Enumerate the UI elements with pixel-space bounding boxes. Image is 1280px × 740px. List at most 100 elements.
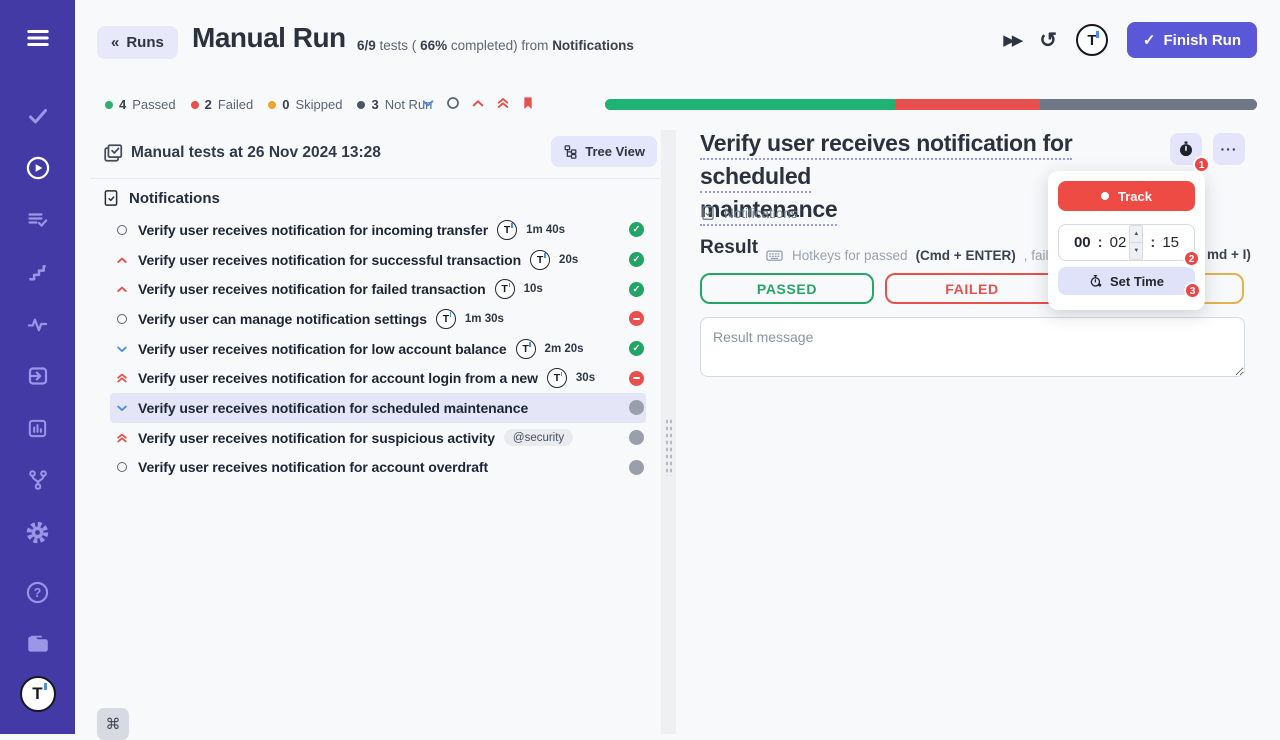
minutes-value[interactable]: 02: [1110, 234, 1127, 251]
set-time-button[interactable]: Set Time 3: [1058, 267, 1201, 299]
status-notrun-icon: [629, 430, 644, 446]
finish-run-button[interactable]: ✓ Finish Run: [1126, 22, 1257, 58]
timer-button[interactable]: 1: [1170, 133, 1210, 173]
track-label: Track: [1118, 188, 1152, 204]
document-check-icon: [702, 206, 714, 220]
app-logo[interactable]: T: [19, 676, 56, 712]
record-dot-icon: [1101, 192, 1109, 200]
failed-dot: [190, 100, 199, 109]
filter-normal-priority-icon[interactable]: [445, 95, 461, 111]
test-row[interactable]: Verify user receives notification for fa…: [110, 274, 646, 304]
testomat-logo[interactable]: T: [1075, 24, 1108, 56]
set-time-label: Set Time: [1110, 273, 1164, 289]
sidebar-item-projects[interactable]: [18, 624, 58, 664]
status-passed-icon: [629, 222, 644, 238]
stopwatch-icon: [1180, 141, 1192, 157]
logo-tick: [44, 683, 47, 690]
more-options-button[interactable]: ···: [1213, 133, 1245, 165]
tree-view-icon: [564, 145, 577, 159]
test-row[interactable]: Verify user receives notification for su…: [110, 423, 646, 453]
sidebar-item-activity[interactable]: [18, 304, 58, 344]
bookmark-icon[interactable]: [520, 95, 536, 111]
priority-highest-icon: [114, 371, 129, 385]
menu-icon[interactable]: [18, 18, 58, 58]
branch-icon: [28, 470, 47, 490]
failed-button[interactable]: FAILED: [885, 273, 1059, 304]
sidebar-item-plans[interactable]: [18, 200, 58, 240]
check-icon: ✓: [1142, 32, 1156, 49]
sidebar: ? T: [0, 0, 75, 734]
help-icon: ?: [26, 581, 49, 603]
reporter-logo-icon: T: [530, 249, 551, 270]
result-message-input[interactable]: [700, 317, 1245, 377]
hours-value[interactable]: 00: [1074, 234, 1091, 251]
sidebar-item-tests[interactable]: [18, 96, 58, 136]
priority-high-icon: [114, 282, 129, 296]
drag-dots: [664, 418, 673, 476]
filter-high-priority-icon[interactable]: [470, 95, 486, 111]
test-row[interactable]: Verify user receives notification for ac…: [110, 363, 646, 393]
header: « Runs Manual Run 6/9 tests ( 66% comple…: [75, 0, 1280, 82]
sidebar-item-import[interactable]: [18, 356, 58, 396]
status-notrun-icon: [629, 400, 644, 416]
test-row[interactable]: Verify user can manage notification sett…: [110, 304, 646, 334]
hotkeys-command-button[interactable]: ⌘: [97, 708, 129, 740]
test-duration: 10s: [523, 283, 543, 296]
run-progress-bar: [605, 99, 1257, 110]
timer-popup: Track 00 : 02 ▲ ▼ : 15 2 Set Time 3: [1048, 171, 1205, 310]
spinner-up-icon[interactable]: ▲: [1130, 226, 1143, 243]
sidebar-item-help[interactable]: ?: [18, 572, 58, 612]
breadcrumb[interactable]: Notifications: [700, 205, 798, 221]
stat-failed: 2 Failed: [190, 97, 253, 112]
minutes-stepper[interactable]: ▲ ▼: [1129, 225, 1144, 260]
back-icon: «: [111, 34, 120, 51]
test-row[interactable]: Verify user receives notification for ac…: [110, 453, 646, 483]
sidebar-item-steps[interactable]: [18, 252, 58, 292]
status-failed-icon: [629, 311, 644, 327]
document-check-icon: [104, 190, 118, 206]
test-row-selected[interactable]: Verify user receives notification for sc…: [110, 393, 646, 423]
tree-view-button[interactable]: Tree View: [551, 136, 657, 167]
priority-normal-icon: [114, 313, 129, 324]
time-input[interactable]: 00 : 02 ▲ ▼ : 15 2: [1058, 224, 1200, 267]
sidebar-item-analytics[interactable]: [18, 408, 58, 448]
sidebar-item-runs[interactable]: [18, 148, 58, 188]
priority-low-icon: [114, 342, 129, 356]
breadcrumb-label: Notifications: [724, 205, 798, 221]
suite-notifications[interactable]: Notifications: [102, 186, 220, 210]
sidebar-item-settings[interactable]: [18, 512, 58, 552]
restart-timer-icon[interactable]: ↺: [1039, 28, 1057, 53]
percent-completed: 66%: [420, 38, 448, 53]
test-row[interactable]: Verify user receives notification for su…: [110, 245, 646, 275]
page-title: Manual Run: [192, 22, 346, 53]
back-to-runs-button[interactable]: « Runs: [97, 26, 178, 59]
fast-forward-icon[interactable]: ▶▶: [1003, 31, 1023, 49]
test-duration: 20s: [559, 253, 579, 266]
step-badge-3: 3: [1184, 282, 1201, 299]
priority-normal-icon: [114, 224, 129, 235]
progress-passed: [605, 99, 896, 110]
test-row[interactable]: Verify user receives notification for lo…: [110, 334, 646, 364]
panel-resize-handle[interactable]: [661, 130, 676, 734]
checklist-icon: [102, 142, 124, 164]
spinner-down-icon[interactable]: ▼: [1130, 243, 1143, 259]
tag-security[interactable]: @security: [503, 429, 574, 447]
filter-low-priority-icon[interactable]: [420, 95, 436, 111]
finish-run-label: Finish Run: [1163, 31, 1242, 49]
priority-highest-icon: [114, 431, 129, 445]
priority-high-icon: [114, 253, 129, 267]
hotkeys-hint-fragment: md + I): [1207, 247, 1251, 262]
status-passed-icon: [629, 341, 644, 357]
passed-button[interactable]: PASSED: [700, 273, 874, 304]
filter-highest-priority-icon[interactable]: [495, 95, 511, 111]
test-duration: 1m 30s: [464, 312, 504, 325]
sidebar-item-branches[interactable]: [18, 460, 58, 500]
test-list-panel: Manual tests at 26 Nov 2024 13:28 Tree V…: [90, 130, 660, 740]
run-progress-summary: 6/9 tests ( 66% completed) from Notifica…: [357, 38, 634, 53]
test-row[interactable]: Verify user receives notification for in…: [110, 215, 646, 245]
stat-passed: 4 Passed: [105, 97, 176, 112]
logo-letter: T: [32, 684, 43, 703]
track-button[interactable]: Track: [1058, 181, 1195, 211]
seconds-value[interactable]: 15: [1162, 234, 1179, 251]
run-summary-bar: 4 Passed 2 Failed 0 Skipped 3 Not Run: [75, 95, 1280, 119]
